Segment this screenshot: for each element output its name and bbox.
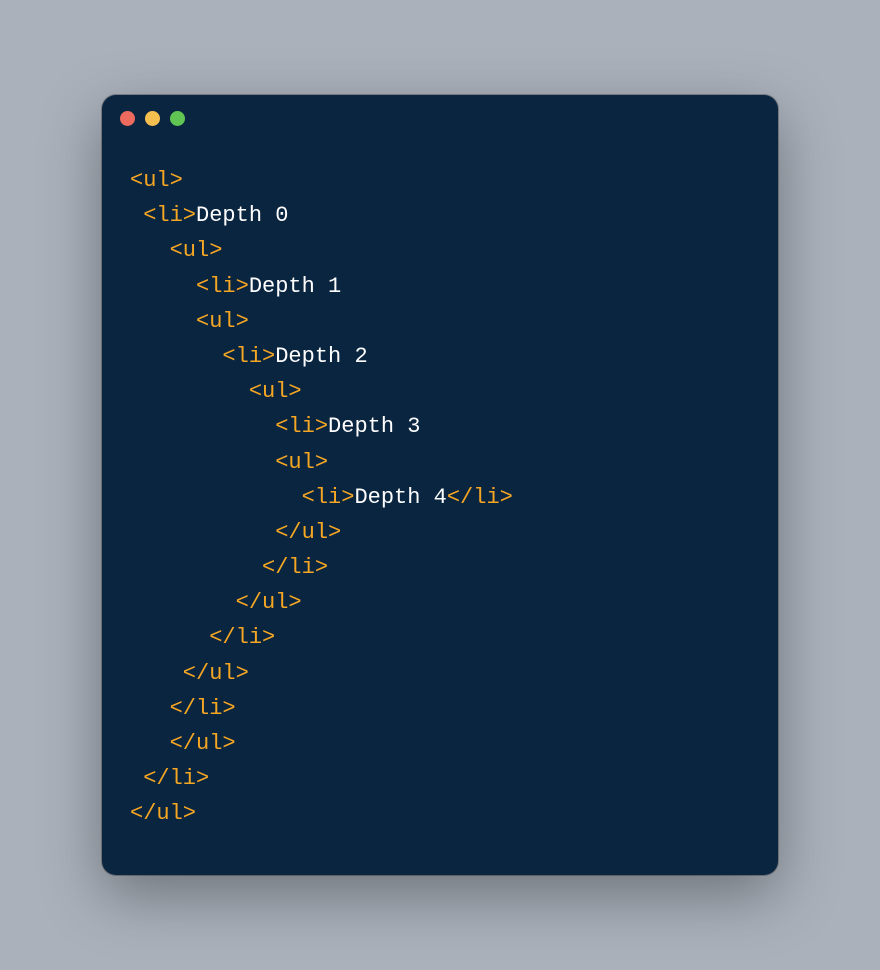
html-tag: </li>	[130, 555, 328, 580]
html-tag: </li>	[130, 696, 236, 721]
html-tag: <li>	[130, 203, 196, 228]
html-tag: </li>	[130, 766, 209, 791]
html-tag: </ul>	[130, 520, 341, 545]
html-tag: </ul>	[130, 590, 302, 615]
code-window: <ul> <li>Depth 0 <ul> <li>Depth 1 <ul> <…	[102, 95, 778, 875]
maximize-icon[interactable]	[170, 111, 185, 126]
html-tag: <ul>	[130, 238, 222, 263]
html-tag: </ul>	[130, 731, 236, 756]
html-tag: <ul>	[130, 450, 328, 475]
text-content: Depth 3	[328, 414, 420, 439]
minimize-icon[interactable]	[145, 111, 160, 126]
html-tag: </li>	[130, 625, 275, 650]
html-tag: </ul>	[130, 661, 249, 686]
html-tag: <li>	[130, 344, 275, 369]
html-tag: <li>	[130, 274, 249, 299]
html-tag: <li>	[130, 414, 328, 439]
html-tag: </li>	[447, 485, 513, 510]
close-icon[interactable]	[120, 111, 135, 126]
html-tag: <ul>	[130, 168, 183, 193]
html-tag: </ul>	[130, 801, 196, 826]
text-content: Depth 2	[275, 344, 367, 369]
text-content: Depth 0	[196, 203, 288, 228]
titlebar	[102, 95, 778, 141]
code-block: <ul> <li>Depth 0 <ul> <li>Depth 1 <ul> <…	[102, 141, 778, 860]
text-content: Depth 1	[249, 274, 341, 299]
html-tag: <ul>	[130, 379, 302, 404]
text-content: Depth 4	[354, 485, 446, 510]
html-tag: <ul>	[130, 309, 249, 334]
html-tag: <li>	[130, 485, 354, 510]
